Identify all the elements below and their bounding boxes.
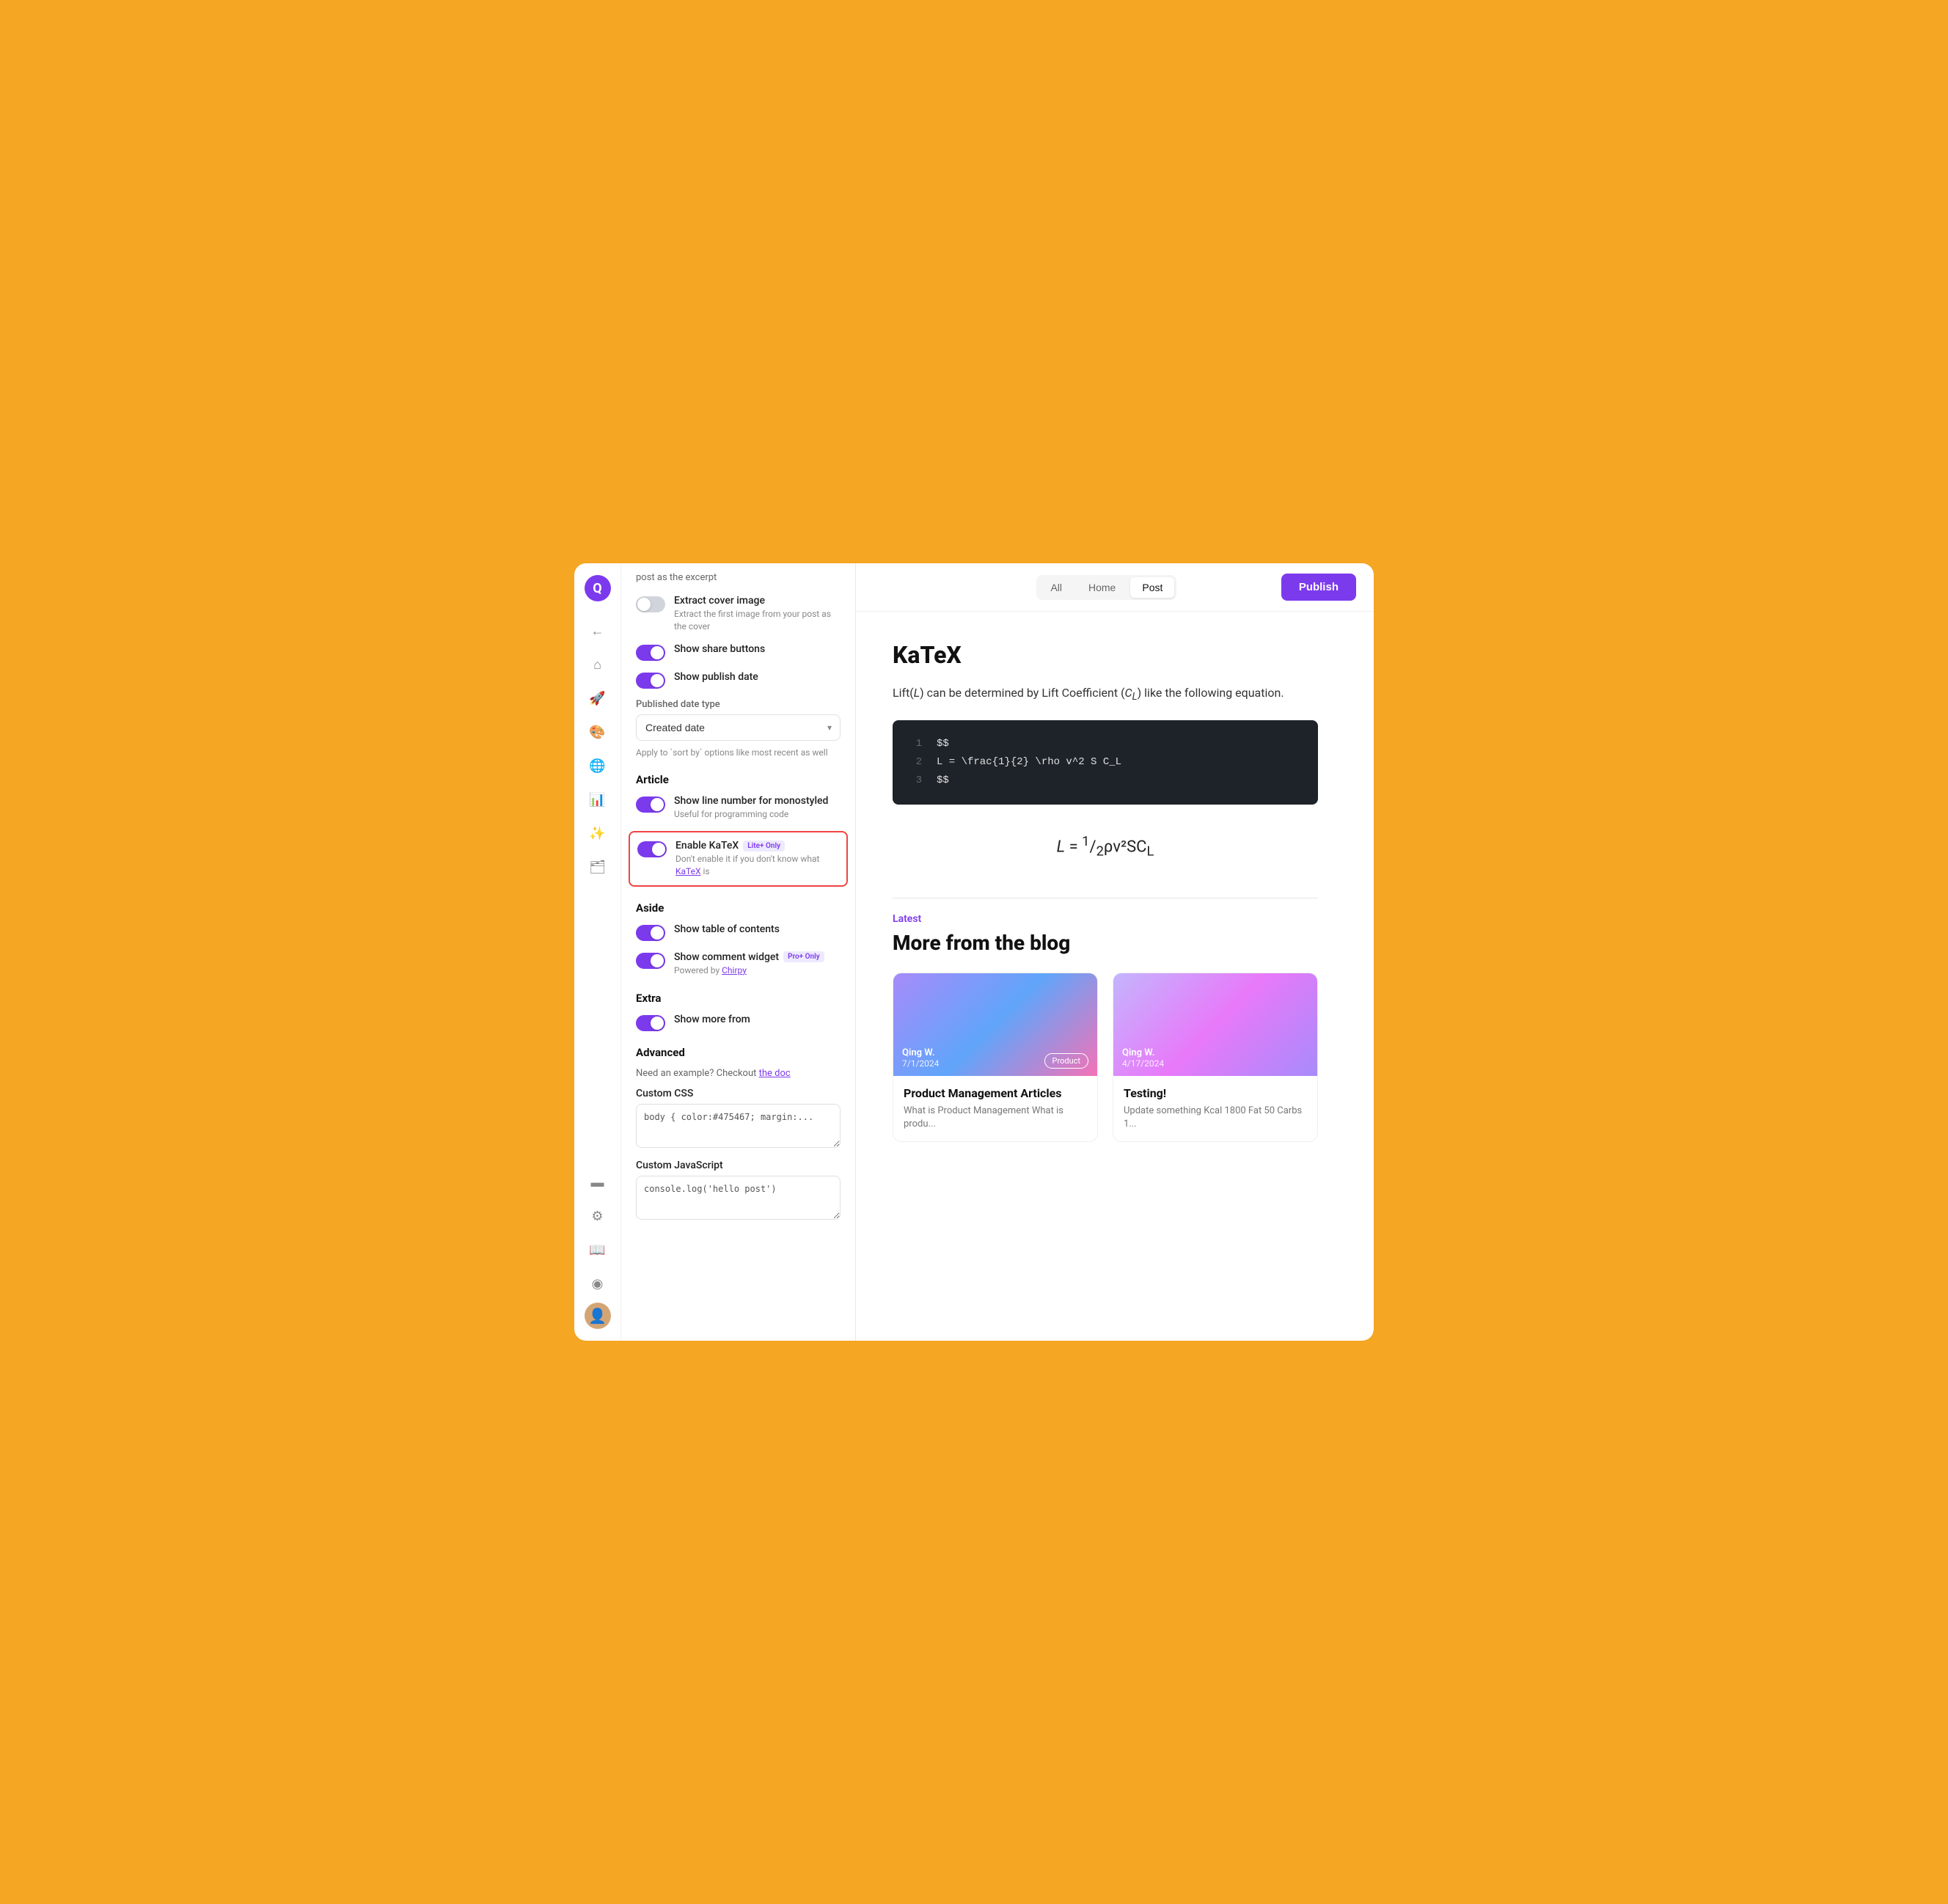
card-1-title: Product Management Articles: [904, 1086, 1087, 1100]
show-publish-date-label: Show publish date: [674, 671, 841, 683]
more-from-title: More from the blog: [893, 931, 1318, 955]
code-block: 1 $$ 2 L = \frac{1}{2} \rho v^2 S C_L 3 …: [893, 720, 1318, 805]
card-1-date: 7/1/2024: [902, 1058, 939, 1069]
chirpy-link[interactable]: Chirpy: [722, 965, 747, 975]
card-1-body: Product Management Articles What is Prod…: [893, 1076, 1097, 1141]
enable-katex-row: Enable KaTeX Lite+ Only Don't enable it …: [629, 831, 848, 887]
card-1-author: Qing W.: [902, 1047, 939, 1058]
cards-grid: Qing W. 7/1/2024 Product Product Managem…: [893, 973, 1318, 1142]
show-share-label: Show share buttons: [674, 643, 841, 655]
sidebar-item-billing[interactable]: ▬: [583, 1168, 612, 1197]
pub-date-type-label: Published date type: [636, 699, 841, 710]
show-comment-label: Show comment widget Pro+ Only: [674, 951, 841, 963]
custom-css-textarea[interactable]: body { color:#475467; margin:...: [636, 1104, 841, 1148]
katex-badge: Lite+ Only: [743, 841, 785, 852]
custom-js-label: Custom JavaScript: [636, 1160, 841, 1171]
article-section-title: Article: [636, 773, 841, 786]
show-comment-row: Show comment widget Pro+ Only Powered by…: [636, 951, 841, 977]
show-publish-date-toggle[interactable]: [636, 673, 665, 689]
card-1: Qing W. 7/1/2024 Product Product Managem…: [893, 973, 1098, 1142]
extract-cover-toggle[interactable]: [636, 596, 665, 612]
comment-badge: Pro+ Only: [783, 951, 824, 962]
sidebar: Q ← ⌂ 🚀 🎨 🌐 📊 ✨ 🗂 ▬ ⚙ 📖 ◉ 👤: [574, 563, 621, 1341]
card-1-image: Qing W. 7/1/2024 Product: [893, 973, 1097, 1076]
math-formula: L = 1/2ρv²SCL: [893, 822, 1318, 883]
show-more-label: Show more from: [674, 1014, 841, 1025]
excerpt-note: post as the excerpt: [636, 563, 841, 595]
show-share-toggle[interactable]: [636, 645, 665, 661]
enable-katex-desc: Don't enable it if you don't know what K…: [675, 853, 839, 878]
show-more-row: Show more from: [636, 1014, 841, 1031]
settings-panel: post as the excerpt Extract cover image …: [621, 563, 856, 1341]
advanced-note: Need an example? Checkout the doc: [636, 1068, 841, 1079]
show-toc-row: Show table of contents: [636, 923, 841, 941]
show-more-toggle[interactable]: [636, 1015, 665, 1031]
card-2: Qing W. 4/17/2024 Testing! Update someth…: [1113, 973, 1318, 1142]
card-2-author: Qing W.: [1122, 1047, 1164, 1058]
top-nav: All Home Post Publish: [856, 563, 1374, 612]
card-1-meta: Qing W. 7/1/2024: [902, 1047, 939, 1069]
card-2-image: Qing W. 4/17/2024: [1113, 973, 1317, 1076]
card-2-date: 4/17/2024: [1122, 1058, 1164, 1069]
pub-date-type-select[interactable]: Created date Updated date: [636, 714, 841, 741]
code-line-3: 3 $$: [910, 772, 1300, 790]
custom-js-textarea[interactable]: console.log('hello post'): [636, 1176, 841, 1220]
code-line-1: 1 $$: [910, 735, 1300, 753]
card-2-body: Testing! Update something Kcal 1800 Fat …: [1113, 1076, 1317, 1141]
latest-label: Latest: [893, 913, 1318, 925]
show-line-number-desc: Useful for programming code: [674, 808, 841, 821]
extract-cover-desc: Extract the first image from your post a…: [674, 608, 841, 633]
show-comment-desc: Powered by Chirpy: [674, 964, 841, 977]
post-intro: Lift(L) can be determined by Lift Coeffi…: [893, 684, 1318, 706]
show-toc-toggle[interactable]: [636, 925, 665, 941]
sidebar-item-back[interactable]: ←: [583, 616, 612, 645]
card-1-excerpt: What is Product Management What is produ…: [904, 1105, 1087, 1131]
katex-link[interactable]: KaTeX: [675, 866, 701, 876]
show-line-number-label: Show line number for monostyled: [674, 795, 841, 807]
show-comment-toggle[interactable]: [636, 953, 665, 969]
enable-katex-toggle[interactable]: [637, 841, 667, 857]
code-line-2: 2 L = \frac{1}{2} \rho v^2 S C_L: [910, 753, 1300, 772]
sidebar-item-launch[interactable]: 🚀: [583, 684, 612, 713]
card-1-tag: Product: [1044, 1053, 1088, 1069]
preview-content: KaTeX Lift(L) can be determined by Lift …: [856, 612, 1355, 1186]
show-publish-date-row: Show publish date: [636, 671, 841, 689]
preview-area: All Home Post Publish KaTeX Lift(L) can …: [856, 563, 1374, 1341]
doc-link[interactable]: the doc: [759, 1068, 791, 1079]
enable-katex-label: Enable KaTeX Lite+ Only: [675, 840, 839, 852]
sidebar-item-circle[interactable]: ◉: [583, 1269, 612, 1298]
pub-date-type-select-wrapper: Created date Updated date ▾: [636, 714, 841, 741]
show-share-row: Show share buttons: [636, 643, 841, 661]
app-logo[interactable]: Q: [585, 575, 611, 601]
avatar[interactable]: 👤: [585, 1303, 611, 1329]
sidebar-item-plugins[interactable]: ✨: [583, 819, 612, 848]
custom-css-label: Custom CSS: [636, 1088, 841, 1099]
publish-button[interactable]: Publish: [1281, 574, 1356, 601]
sidebar-item-analytics[interactable]: 📊: [583, 785, 612, 814]
sidebar-item-globe[interactable]: 🌐: [583, 751, 612, 780]
tab-all[interactable]: All: [1039, 577, 1074, 598]
tab-home[interactable]: Home: [1077, 577, 1127, 598]
card-2-title: Testing!: [1124, 1086, 1307, 1100]
extract-cover-row: Extract cover image Extract the first im…: [636, 595, 841, 633]
sidebar-item-book[interactable]: 📖: [583, 1235, 612, 1264]
show-line-number-row: Show line number for monostyled Useful f…: [636, 795, 841, 821]
sidebar-item-settings[interactable]: ⚙: [583, 1201, 612, 1231]
card-2-meta: Qing W. 4/17/2024: [1122, 1047, 1164, 1069]
extract-cover-label: Extract cover image: [674, 595, 841, 607]
sidebar-item-content[interactable]: 🗂: [583, 852, 612, 882]
sidebar-item-home[interactable]: ⌂: [583, 650, 612, 679]
extra-section-title: Extra: [636, 992, 841, 1005]
post-title: KaTeX: [893, 641, 1318, 669]
card-2-excerpt: Update something Kcal 1800 Fat 50 Carbs …: [1124, 1105, 1307, 1131]
aside-section-title: Aside: [636, 901, 841, 915]
show-line-number-toggle[interactable]: [636, 797, 665, 813]
select-note: Apply to `sort by` options like most rec…: [636, 747, 841, 759]
tab-post[interactable]: Post: [1130, 577, 1174, 598]
tab-group: All Home Post: [1036, 575, 1176, 600]
show-toc-label: Show table of contents: [674, 923, 841, 935]
sidebar-item-theme[interactable]: 🎨: [583, 717, 612, 747]
advanced-section-title: Advanced: [636, 1046, 841, 1059]
